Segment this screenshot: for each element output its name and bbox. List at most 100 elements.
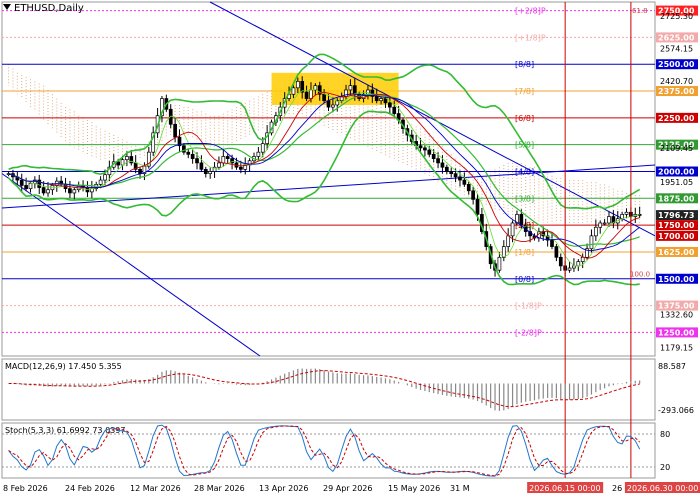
current-price-box-text: 1700.00: [658, 232, 695, 241]
x-axis-tick: 26: [612, 484, 622, 493]
murrey-level-label: [-1/8]P: [515, 302, 542, 311]
x-axis-tick: 24 Feb 2026: [65, 484, 115, 493]
candle-body: [497, 256, 502, 271]
candle-body: [436, 158, 440, 164]
candle-body: [620, 214, 624, 220]
candle-body: [598, 222, 603, 228]
price-axis-tick: 1332.60: [660, 311, 693, 320]
candle-body: [260, 143, 265, 153]
candle-body: [238, 166, 243, 170]
vline-date-text: 2026.06.15 00:00: [529, 484, 600, 493]
candle-body: [506, 235, 511, 247]
candle-body: [217, 162, 221, 168]
candle-body: [203, 168, 208, 174]
price-axis-tick: 2109.45: [660, 144, 693, 153]
x-axis-tick: 29 Apr 2026: [323, 484, 372, 493]
fibo-label: 61.8: [632, 7, 648, 15]
candle-body: [103, 174, 107, 181]
candle-body: [295, 81, 300, 89]
murrey-level-label: [3/8]: [515, 194, 534, 203]
candle-body: [379, 98, 383, 102]
vline-date-text: 2026.06.30 00:00: [627, 484, 698, 493]
candle-body: [607, 216, 611, 224]
price-level-box-text: 1500.00: [658, 275, 695, 284]
candle-body: [453, 173, 458, 178]
candle-body: [589, 235, 594, 250]
symbol-label: ETHUSD,Daily: [14, 3, 84, 14]
candle-body: [427, 149, 432, 155]
candle-body: [221, 156, 226, 164]
candle-body: [331, 104, 335, 108]
candle-body: [431, 153, 436, 159]
price-axis-tick: 1951.05: [660, 178, 693, 187]
candle-body: [322, 93, 326, 102]
chart-root: [+2/8]P 2750.00 [+1/8]P 2625.00 [8/8] 2500.00…: [0, 0, 700, 500]
candle-body: [68, 188, 72, 194]
candle-body: [462, 179, 467, 185]
candle-body: [440, 162, 445, 168]
candle-body: [388, 102, 392, 108]
candle-body: [173, 123, 177, 138]
macd-axis-tick: 88.587: [658, 362, 686, 371]
candle-body: [72, 189, 77, 194]
x-axis-tick: 15 May 2026: [388, 484, 440, 493]
x-axis-tick: 13 Apr 2026: [259, 484, 308, 493]
price-level-box-text: 1875.00: [658, 194, 695, 203]
candle-body: [550, 239, 554, 247]
price-level-box-text: 1625.00: [658, 248, 695, 257]
candle-body: [120, 159, 125, 166]
chart-title: ETHUSD,Daily: [3, 3, 84, 14]
candle-body: [519, 214, 524, 226]
candle-body: [510, 222, 515, 237]
price-level-box-text: 2625.00: [658, 33, 695, 42]
main-pane-frame: [1, 1, 656, 357]
candle-body: [374, 96, 379, 102]
stoch-axis-tick: 80: [660, 430, 670, 439]
candle-body: [418, 145, 423, 149]
bollinger-middle: [8, 93, 640, 247]
candle-body: [208, 171, 213, 174]
candle-body: [501, 246, 506, 258]
candle-body: [225, 156, 230, 159]
price-level-box-text: 2500.00: [658, 60, 695, 69]
candle-body: [190, 153, 195, 159]
candle-body: [326, 100, 331, 108]
price-axis-tick: 2574.15: [660, 44, 693, 53]
candle-body: [392, 106, 397, 114]
candle-body: [624, 211, 629, 215]
stoch-k-line: [8, 424, 641, 477]
price-axis-tick: 1179.15: [660, 344, 693, 353]
candle-body: [576, 261, 581, 267]
murrey-level-label: [+2/8]P: [515, 7, 546, 16]
x-axis-tick: 28 Mar 2026: [194, 484, 245, 493]
dropdown-triangle-icon[interactable]: [3, 4, 11, 10]
murrey-level-label: [4/8]: [515, 167, 534, 176]
trend-line-descending-lower: [1, 173, 261, 357]
candle-body: [19, 179, 24, 186]
price-level-box-text: 1375.00: [658, 302, 695, 311]
candle-body: [256, 151, 261, 157]
murrey-level-label: [-2/8]P: [515, 328, 542, 337]
candle-body: [186, 151, 191, 155]
candle-body: [580, 256, 585, 262]
murrey-level-label: [6/8]: [515, 114, 534, 123]
candle-body: [28, 182, 33, 190]
price-level-box-text: 1250.00: [658, 328, 695, 337]
candle-body: [602, 222, 607, 225]
macd-label: MACD(12,26,9) 17.450 5.355: [5, 362, 122, 371]
price-level-box-text: 2000.00: [658, 167, 695, 176]
candle-body: [98, 179, 103, 185]
candle-body: [458, 176, 462, 181]
murrey-level-label: [7/8]: [515, 87, 534, 96]
price-level-box-text: 1750.00: [658, 221, 695, 230]
price-level-box-text: 2375.00: [658, 87, 695, 96]
candle-body: [558, 256, 563, 267]
murrey-level-label: [1/8]: [515, 248, 534, 257]
candle-body: [46, 189, 50, 194]
candle-body: [195, 158, 199, 164]
price-level-box-text: 2250.00: [658, 114, 695, 123]
candle-body: [138, 168, 142, 174]
candle-body: [348, 85, 353, 91]
candle-body: [572, 265, 576, 269]
candle-body: [423, 147, 427, 151]
